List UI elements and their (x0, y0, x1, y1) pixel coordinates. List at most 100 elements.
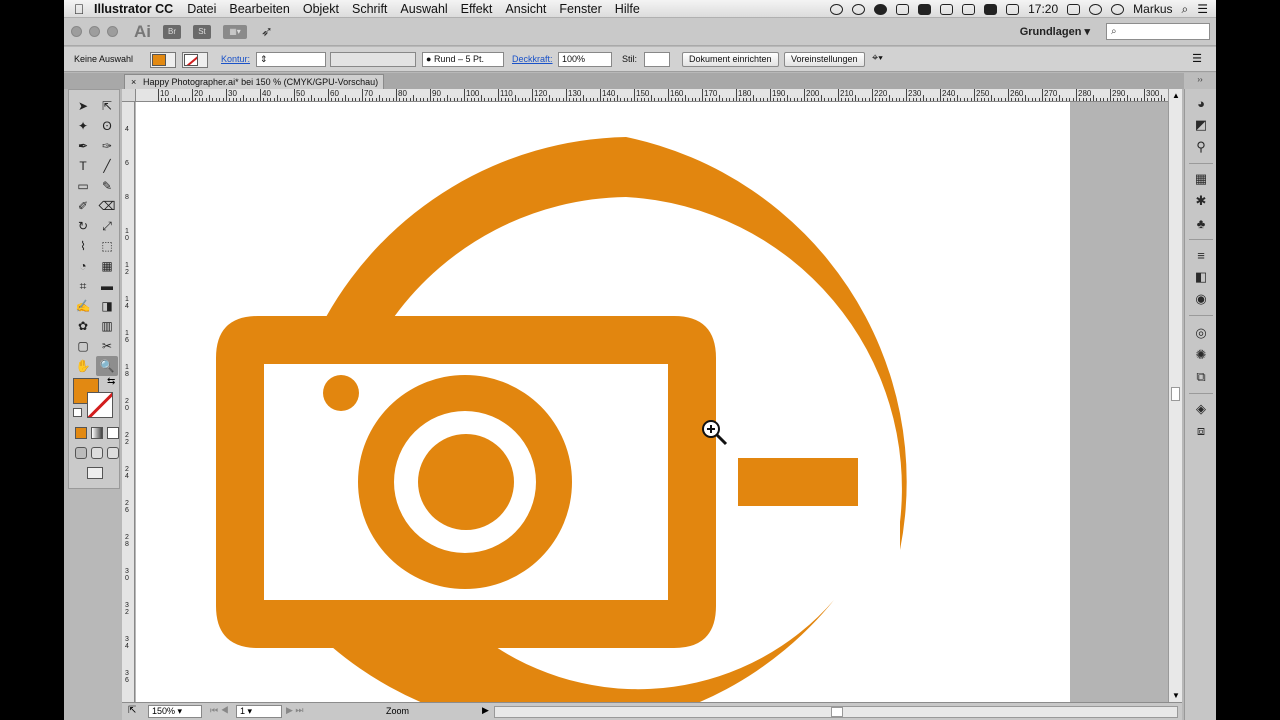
stroke-panel-link[interactable]: Kontur: (221, 54, 250, 64)
battery-icon[interactable] (984, 3, 998, 15)
creative-cloud-icon[interactable] (852, 3, 866, 15)
slice-tool-icon[interactable]: ✂ (96, 336, 118, 356)
gpu-performance-icon[interactable]: ➶ (261, 23, 273, 40)
hand-tool-icon[interactable]: ✋ (72, 356, 94, 376)
lasso-tool-icon[interactable]: ʘ (96, 116, 118, 136)
camera-lens-center[interactable] (418, 434, 514, 530)
happy-photographer-logo[interactable] (136, 102, 1070, 702)
screen-mode-icon[interactable] (87, 467, 103, 479)
apple-menu-icon[interactable]:  (64, 1, 94, 17)
search-input[interactable]: ⌕ (1106, 23, 1210, 40)
perspective-tool-icon[interactable]: ▦ (96, 256, 118, 276)
appearance-panel-icon[interactable]: ◎ (1193, 325, 1209, 341)
libraries-icon[interactable]: ⚲ (1193, 139, 1209, 155)
arrange-documents-icon[interactable]: ▦▾ (223, 24, 247, 39)
horizontal-scrollbar[interactable] (494, 706, 1178, 718)
spotlight-icon[interactable]: ⌕ (1182, 2, 1189, 17)
notification-center-icon[interactable]: ☰ (1197, 2, 1208, 16)
clipboard-icon[interactable] (896, 3, 910, 15)
pen-tool-icon[interactable]: ✒ (72, 136, 94, 156)
symbol-sprayer-tool-icon[interactable]: ✿ (72, 316, 94, 336)
next-artboard-icon[interactable]: ▶ ⏭ (286, 705, 304, 716)
color-panel-icon[interactable]: ◕ (1193, 95, 1209, 111)
menu-hilfe[interactable]: Hilfe (615, 2, 640, 16)
time-machine-icon[interactable] (1089, 3, 1103, 15)
free-transform-tool-icon[interactable]: ⬚ (96, 236, 118, 256)
menu-fenster[interactable]: Fenster (559, 2, 601, 16)
command-icon[interactable] (962, 3, 976, 15)
first-artboard-icon[interactable]: ⏮ ◀ (210, 705, 229, 716)
stroke-panel-icon[interactable]: ≡ (1193, 247, 1209, 263)
sync-icon[interactable] (830, 3, 844, 15)
zoom-level-field[interactable]: 150% ▾ (148, 705, 202, 718)
artboard[interactable] (136, 102, 1070, 702)
width-tool-icon[interactable]: ⌇ (72, 236, 94, 256)
stroke-color-button[interactable] (182, 52, 208, 68)
horizontal-ruler[interactable]: 10 20 30 40 50 60 70 80 90 100 110 120 130 140 150 160 1… (136, 89, 1182, 102)
vertical-scroll-thumb[interactable] (1171, 387, 1180, 401)
minimize-window-button[interactable] (89, 26, 100, 37)
color-guide-icon[interactable]: ◩ (1193, 117, 1209, 133)
mesh-tool-icon[interactable]: ⌗ (72, 276, 94, 296)
clock-text[interactable]: 17:20 (1028, 2, 1058, 16)
magic-wand-tool-icon[interactable]: ✦ (72, 116, 94, 136)
menu-schrift[interactable]: Schrift (352, 2, 387, 16)
asset-export-icon[interactable]: ⧉ (1193, 369, 1209, 385)
app-menu[interactable]: Illustrator CC (94, 2, 173, 16)
layers-icon[interactable]: ◈ (1193, 401, 1209, 417)
align-options-icon[interactable]: ⌖▾ (872, 52, 883, 65)
graphic-styles-icon[interactable]: ✺ (1193, 347, 1209, 363)
document-tab[interactable]: × Happy Photographer.ai* bei 150 % (CMYK… (124, 74, 384, 89)
scroll-up-icon[interactable]: ▲ (1172, 91, 1180, 100)
scroll-down-icon[interactable]: ▼ (1172, 691, 1180, 700)
stroke-swatch[interactable] (87, 392, 113, 418)
direct-selection-tool-icon[interactable]: ⇱ (96, 96, 118, 116)
opacity-panel-link[interactable]: Deckkraft: (512, 54, 553, 64)
display-icon[interactable] (1006, 3, 1020, 15)
blend-tool-icon[interactable]: ◨ (96, 296, 118, 316)
screen-recorder-icon[interactable] (940, 3, 954, 15)
draw-behind-icon[interactable] (91, 447, 103, 459)
swap-fill-stroke-icon[interactable]: ⇆ (107, 376, 115, 387)
paintbrush-tool-icon[interactable]: ✎ (96, 176, 118, 196)
draw-inside-icon[interactable] (107, 447, 119, 459)
menu-bearbeiten[interactable]: Bearbeiten (229, 2, 289, 16)
artboard-tool-icon[interactable]: ▢ (72, 336, 94, 356)
draw-normal-icon[interactable] (75, 447, 87, 459)
color-mode-button[interactable] (75, 427, 87, 439)
variable-width-profile[interactable] (330, 52, 416, 67)
graphic-style-picker[interactable] (644, 52, 670, 67)
close-tab-icon[interactable]: × (131, 75, 136, 89)
canvas-area[interactable] (136, 102, 1182, 702)
artboard-number-field[interactable]: 1 ▾ (236, 705, 282, 718)
shape-builder-tool-icon[interactable]: ◔ (72, 256, 94, 276)
zoom-tool-icon[interactable]: 🔍 (96, 356, 118, 376)
gradient-panel-icon[interactable]: ◧ (1193, 269, 1209, 285)
shaper-tool-icon[interactable]: ✐ (72, 196, 94, 216)
swatches-icon[interactable]: ▦ (1193, 171, 1209, 187)
selection-tool-icon[interactable]: ➤ (72, 96, 94, 116)
stroke-weight-field[interactable]: ⇕ (256, 52, 326, 67)
bridge-button[interactable]: Br (163, 24, 181, 39)
info-icon[interactable] (874, 3, 888, 15)
type-tool-icon[interactable]: T (72, 156, 94, 176)
status-menu-arrow-icon[interactable]: ▶ (482, 705, 489, 716)
zoom-window-button[interactable] (107, 26, 118, 37)
opacity-field[interactable]: 100% (558, 52, 612, 67)
current-tool-status[interactable]: Zoom (386, 706, 409, 716)
stock-button[interactable]: St (193, 24, 211, 39)
rotate-tool-icon[interactable]: ↻ (72, 216, 94, 236)
workspace-switcher[interactable]: Grundlagen ▾ (1020, 25, 1090, 38)
column-graph-tool-icon[interactable]: ▥ (96, 316, 118, 336)
menu-objekt[interactable]: Objekt (303, 2, 339, 16)
vertical-ruler[interactable]: 468101214161820222426283032343638 (122, 102, 135, 702)
none-mode-button[interactable] (107, 427, 119, 439)
rectangle-tool-icon[interactable]: ▭ (72, 176, 94, 196)
export-status-icon[interactable]: ⇱ (128, 705, 136, 716)
symbols-icon[interactable]: ♣ (1193, 215, 1209, 231)
preferences-button[interactable]: Voreinstellungen (784, 52, 865, 67)
ruler-origin[interactable] (122, 89, 136, 102)
artboards-icon[interactable]: ⧈ (1193, 423, 1209, 439)
eyedropper-tool-icon[interactable]: ✍ (72, 296, 94, 316)
document-setup-button[interactable]: Dokument einrichten (682, 52, 779, 67)
